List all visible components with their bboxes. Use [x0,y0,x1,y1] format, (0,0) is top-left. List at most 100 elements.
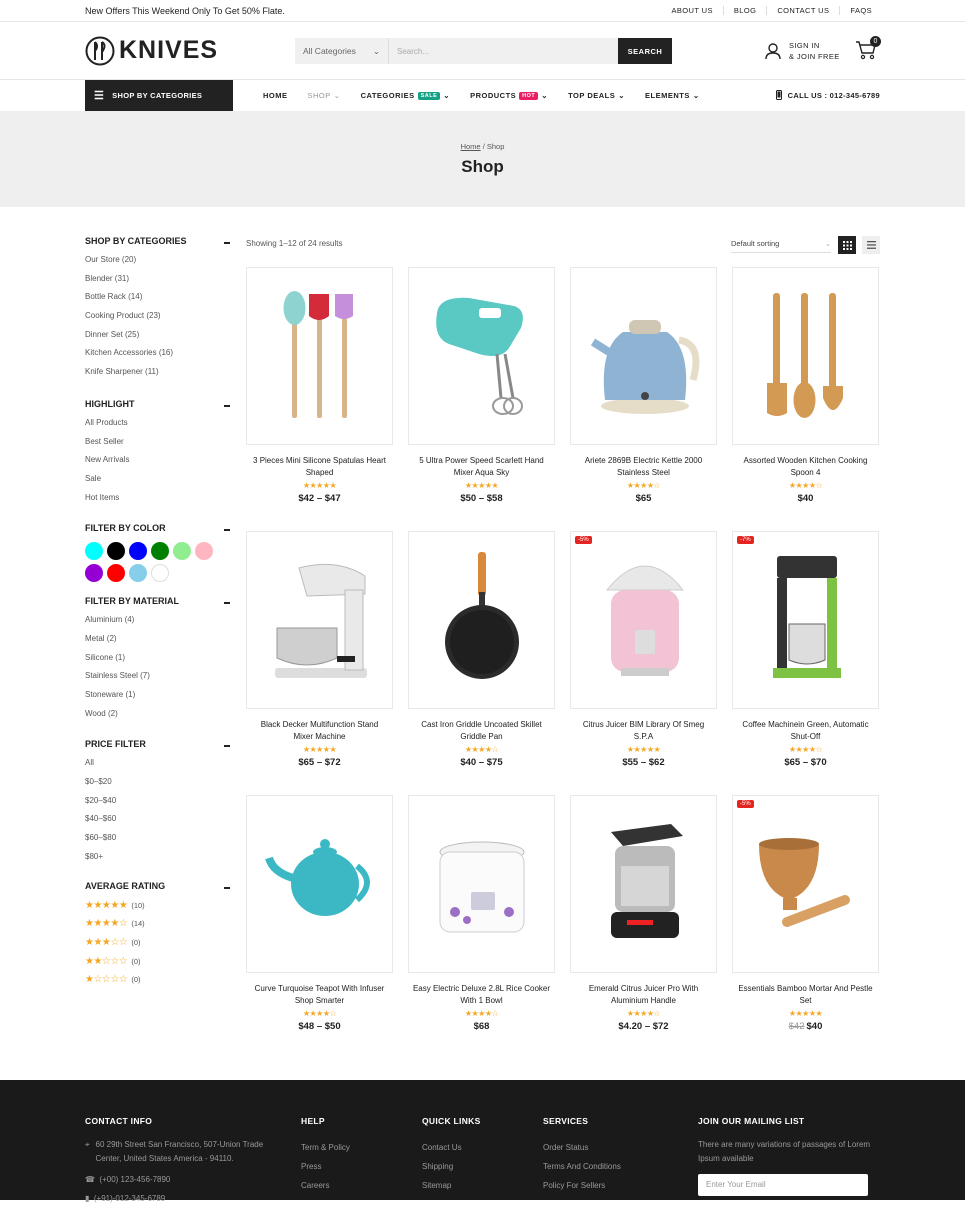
product-name[interactable]: Coffee Machinein Green, Automatic Shut-O… [732,719,879,743]
product-name[interactable]: 3 Pieces Mini Silicone Spatulas Heart Sh… [246,455,393,479]
footer-link[interactable]: Policy For Sellers [543,1176,621,1195]
product-name[interactable]: Essentials Bamboo Mortar And Pestle Set [732,983,879,1007]
list-view-button[interactable] [862,236,880,254]
category-item[interactable]: Blender (31) [85,274,230,293]
collapse-icon[interactable] [224,242,230,244]
footer-link[interactable]: Order Status [543,1138,621,1157]
collapse-icon[interactable] [224,404,230,407]
email-input[interactable]: Enter Your Email [698,1174,868,1196]
shop-by-categories-button[interactable]: ☰ SHOP BY CATEGORIES [85,80,233,111]
footer-link[interactable]: Shipping [422,1157,481,1176]
product-card[interactable]: Cast Iron Griddle Uncoated Skillet Gridd… [408,531,555,768]
product-name[interactable]: Easy Electric Deluxe 2.8L Rice Cooker Wi… [408,983,555,1007]
faqs-link[interactable]: FAQS [839,6,880,15]
rating-filter-item[interactable]: ★★★★★ (10) [85,900,230,919]
product-card[interactable]: -7% Coffee Machinein Green, Automatic Shu… [732,531,879,768]
price-item[interactable]: $0–$20 [85,777,230,796]
collapse-icon[interactable] [224,886,230,889]
product-name[interactable]: Assorted Wooden Kitchen Cooking Spoon 4 [732,455,879,479]
footer-link[interactable]: Sitemap [422,1176,481,1195]
color-swatch-black[interactable] [107,542,125,561]
rating-filter-item[interactable]: ★★☆☆☆ (0) [85,956,230,975]
color-swatch-lightgreen[interactable] [173,542,191,561]
product-image[interactable] [246,795,393,973]
rating-filter-heading[interactable]: AVERAGE RATING [85,881,230,891]
price-item[interactable]: All [85,758,230,777]
product-card[interactable]: Curve Turquoise Teapot With Infuser Shop… [246,795,393,1032]
category-item[interactable]: Kitchen Accessories (16) [85,348,230,367]
category-item[interactable]: Bottle Rack (14) [85,292,230,311]
nav-home[interactable]: HOME [253,91,298,100]
cart-button[interactable]: 0 [855,36,881,62]
category-item[interactable]: Knife Sharpener (11) [85,367,230,386]
nav-categories[interactable]: CATEGORIES SALE ⌄ [351,91,461,100]
product-card[interactable]: -5% Citrus Juicer BIM Library Of Smeg S.P… [570,531,717,768]
categories-heading[interactable]: SHOP BY CATEGORIES [85,236,230,246]
product-image[interactable] [570,795,717,973]
search-category-select[interactable]: All Categories ⌄ [295,38,389,64]
collapse-icon[interactable] [224,745,230,748]
product-card[interactable]: 3 Pieces Mini Silicone Spatulas Heart Sh… [246,267,393,504]
nav-shop[interactable]: SHOP ⌄ [298,91,351,100]
footer-link[interactable]: Contact Us [422,1138,481,1157]
nav-top-deals[interactable]: TOP DEALS ⌄ [558,91,635,100]
product-image[interactable] [732,267,879,445]
product-card[interactable]: Easy Electric Deluxe 2.8L Rice Cooker Wi… [408,795,555,1032]
product-name[interactable]: Citrus Juicer BIM Library Of Smeg S.P.A [570,719,717,743]
account-link[interactable]: SIGN IN & JOIN FREE [765,40,840,62]
footer-link[interactable]: Press [301,1157,350,1176]
material-item[interactable]: Wood (2) [85,709,230,728]
color-swatch-purple[interactable] [85,564,103,583]
color-swatch-blue[interactable] [129,542,147,561]
product-card[interactable]: Emerald Citrus Juicer Pro With Aluminium… [570,795,717,1032]
product-image[interactable] [246,267,393,445]
color-swatch-red[interactable] [107,564,125,583]
product-image[interactable]: -5% [570,531,717,709]
footer-link[interactable]: Term & Policy [301,1138,350,1157]
color-filter-heading[interactable]: FILTER BY COLOR [85,523,230,533]
nav-products[interactable]: PRODUCTS HOT ⌄ [460,91,558,100]
material-item[interactable]: Aluminium (4) [85,615,230,634]
footer-link[interactable]: Terms And Conditions [543,1157,621,1176]
color-swatch-white[interactable] [151,564,169,583]
search-input[interactable]: Search... [389,38,618,64]
product-image[interactable] [408,531,555,709]
product-card[interactable]: Assorted Wooden Kitchen Cooking Spoon 4 ★… [732,267,879,504]
product-name[interactable]: Black Decker Multifunction Stand Mixer M… [246,719,393,743]
color-swatch-pink[interactable] [195,542,213,561]
category-item[interactable]: Cooking Product (23) [85,311,230,330]
color-swatch-green[interactable] [151,542,169,561]
logo[interactable]: KNIVES [85,36,218,66]
category-item[interactable]: Our Store (20) [85,255,230,274]
product-name[interactable]: Curve Turquoise Teapot With Infuser Shop… [246,983,393,1007]
blog-link[interactable]: BLOG [722,6,766,15]
material-item[interactable]: Stainless Steel (7) [85,671,230,690]
nav-elements[interactable]: ELEMENTS ⌄ [635,91,710,100]
highlight-item[interactable]: Hot Items [85,493,230,512]
rating-filter-item[interactable]: ★★★★☆ (14) [85,918,230,937]
price-item[interactable]: $40–$60 [85,814,230,833]
price-filter-heading[interactable]: PRICE FILTER [85,739,230,749]
product-image[interactable]: -7% [732,531,879,709]
highlight-item[interactable]: All Products [85,418,230,437]
product-name[interactable]: Emerald Citrus Juicer Pro With Aluminium… [570,983,717,1007]
rating-filter-item[interactable]: ★☆☆☆☆ (0) [85,974,230,993]
breadcrumb-home[interactable]: Home [461,142,481,151]
search-button[interactable]: SEARCH [618,38,672,64]
collapse-icon[interactable] [224,529,230,532]
grid-view-button[interactable] [838,236,856,254]
footer-link[interactable]: Careers [301,1176,350,1195]
product-image[interactable] [570,267,717,445]
about-link[interactable]: ABOUT US [661,6,722,15]
product-name[interactable]: Cast Iron Griddle Uncoated Skillet Gridd… [408,719,555,743]
product-name[interactable]: 5 Ultra Power Speed Scarlett Hand Mixer … [408,455,555,479]
highlight-item[interactable]: New Arrivals [85,455,230,474]
category-item[interactable]: Dinner Set (25) [85,330,230,349]
highlight-item[interactable]: Best Seller [85,437,230,456]
product-card[interactable]: -5% Essentials Bamboo Mortar And Pestle S… [732,795,879,1032]
price-item[interactable]: $80+ [85,852,230,871]
product-name[interactable]: Ariete 2869B Electric Kettle 2000 Stainl… [570,455,717,479]
product-image[interactable] [408,795,555,973]
product-image[interactable] [246,531,393,709]
material-item[interactable]: Silicone (1) [85,653,230,672]
